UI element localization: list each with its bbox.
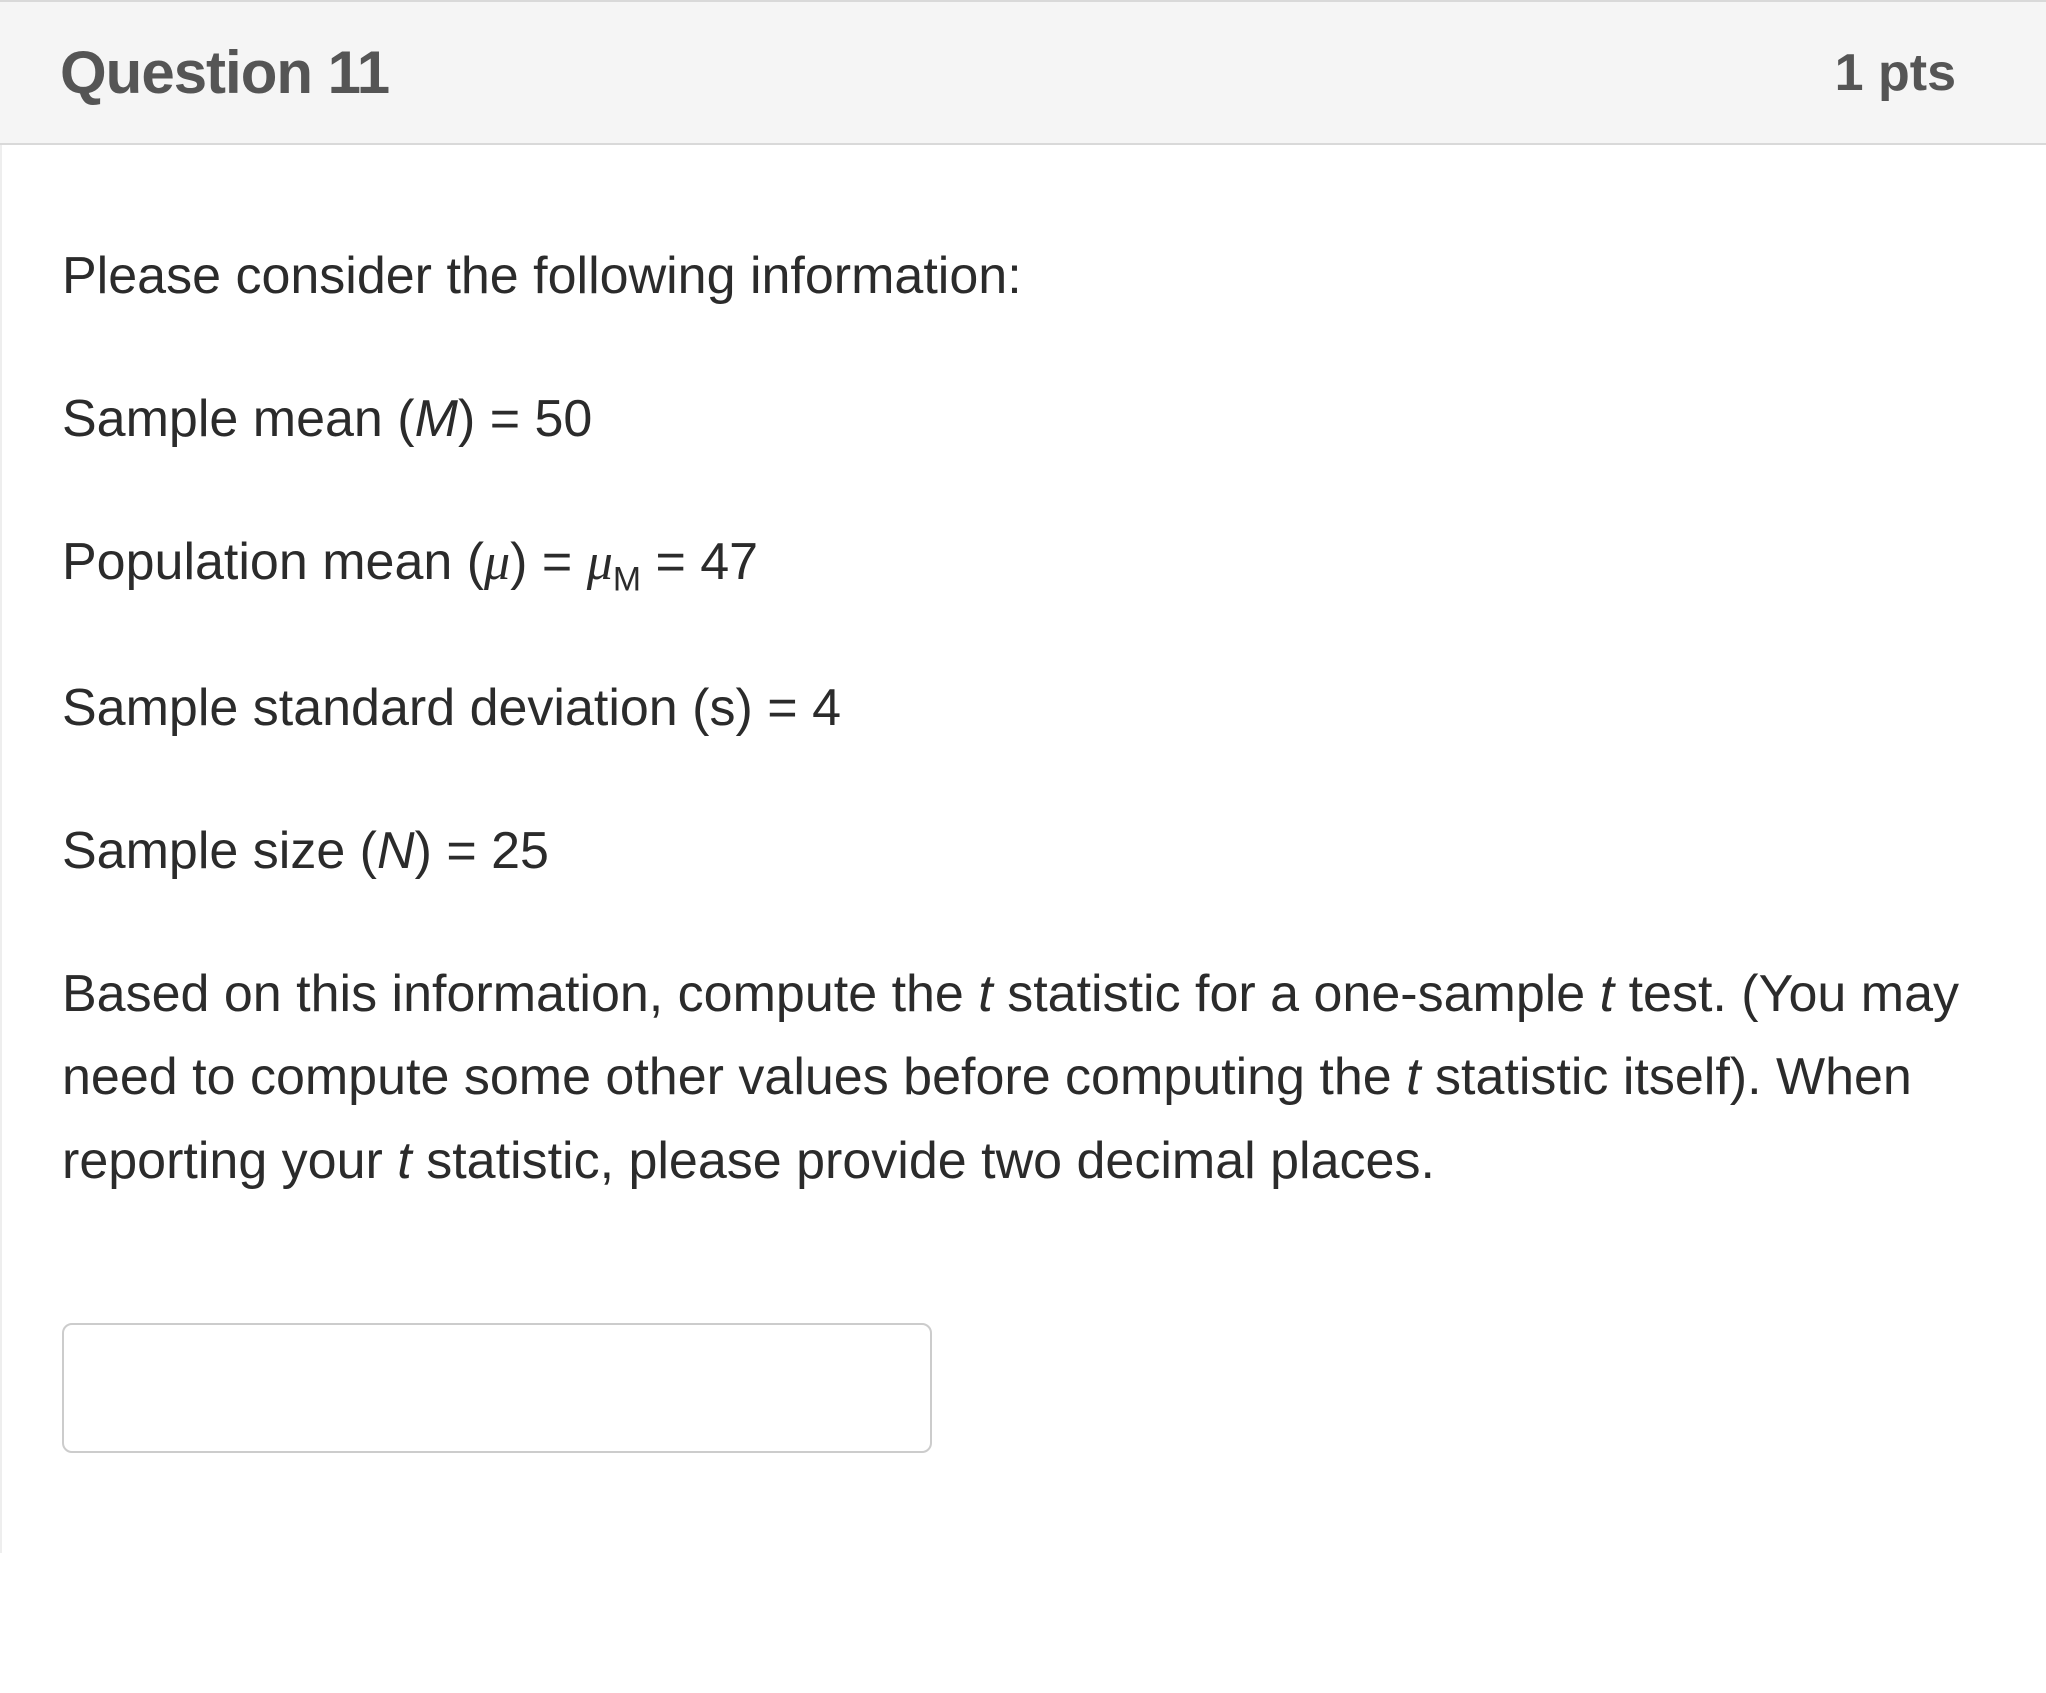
population-mean-line: Population mean (μ) = μM = 47 xyxy=(62,521,1986,606)
text-fragment: ) = 50 xyxy=(458,390,592,448)
symbol-mu: μ xyxy=(484,534,510,591)
question-points: 1 pts xyxy=(1835,43,1956,103)
answer-input[interactable] xyxy=(62,1323,932,1453)
intro-line: Please consider the following informatio… xyxy=(62,235,1986,318)
sample-mean-line: Sample mean (M) = 50 xyxy=(62,378,1986,461)
text-fragment: Population mean ( xyxy=(62,533,484,591)
sample-size-line: Sample size (N) = 25 xyxy=(62,810,1986,893)
text-fragment: statistic for a one-sample xyxy=(993,965,1600,1023)
symbol-t: t xyxy=(1600,965,1614,1023)
question-body: Please consider the following informatio… xyxy=(0,145,2046,1553)
symbol-N: N xyxy=(377,822,415,880)
text-fragment: = 47 xyxy=(641,533,758,591)
symbol-t: t xyxy=(978,965,992,1023)
quiz-question-container: Question 11 1 pts Please consider the fo… xyxy=(0,0,2046,1553)
text-fragment: Sample mean ( xyxy=(62,390,415,448)
question-text: Please consider the following informatio… xyxy=(62,235,1986,1203)
text-fragment: ) = 25 xyxy=(415,822,549,880)
text-fragment: statistic, please provide two decimal pl… xyxy=(412,1132,1435,1190)
subscript-M: M xyxy=(613,561,641,599)
question-header: Question 11 1 pts xyxy=(0,0,2046,145)
text-fragment: ) = xyxy=(510,533,587,591)
text-fragment: Sample size ( xyxy=(62,822,377,880)
symbol-t: t xyxy=(1406,1048,1420,1106)
symbol-mu: μ xyxy=(587,534,613,591)
symbol-t: t xyxy=(397,1132,411,1190)
standard-deviation-line: Sample standard deviation (s) = 4 xyxy=(62,667,1986,750)
text-fragment: Based on this information, compute the xyxy=(62,965,978,1023)
symbol-M: M xyxy=(415,390,458,448)
prompt-paragraph: Based on this information, compute the t… xyxy=(62,953,1986,1203)
question-title: Question 11 xyxy=(60,38,389,107)
